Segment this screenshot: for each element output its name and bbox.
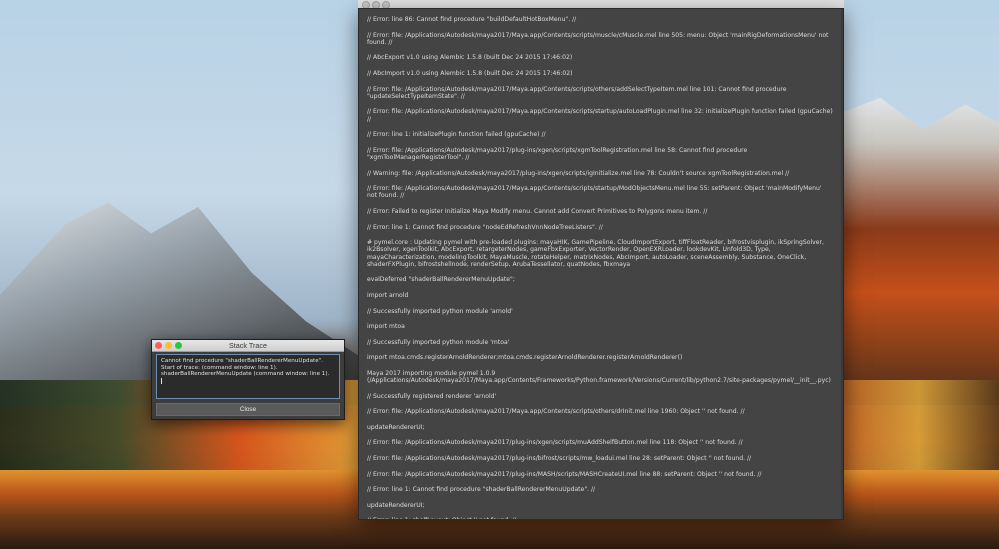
log-line: // Successfully imported python module '… bbox=[367, 338, 510, 346]
log-line: // Error: file: /Applications/Autodesk/m… bbox=[367, 85, 787, 100]
trace-line: Start of trace: (command window: line 1)… bbox=[161, 364, 278, 371]
log-line: // Error: line 86: Cannot find procedure… bbox=[367, 16, 577, 23]
stack-trace-dialog: Stack Trace Cannot find procedure "shade… bbox=[151, 339, 345, 420]
log-line: // Error: file: /Applications/Autodesk/m… bbox=[367, 470, 762, 478]
script-editor-output[interactable]: // Error: line 86: Cannot find procedure… bbox=[359, 9, 841, 519]
log-line: // Error: Failed to register Initialize … bbox=[367, 207, 708, 215]
log-line: // Successfully registered renderer 'arn… bbox=[367, 392, 497, 400]
log-line: // Error: file: /Applications/Autodesk/m… bbox=[367, 31, 829, 46]
wallpaper-mountain-right bbox=[830, 97, 999, 405]
log-line: import mtoa.cmds.registerArnoldRenderer;… bbox=[367, 354, 683, 362]
log-line: // AbcExport v1.0 using Alembic 1.5.8 (b… bbox=[367, 54, 573, 62]
log-line: // Error: file: /Applications/Autodesk/m… bbox=[367, 408, 745, 416]
log-line: // Error: file: /Applications/Autodesk/m… bbox=[367, 185, 822, 200]
trace-line: Cannot find procedure "shaderBallRendere… bbox=[161, 358, 323, 364]
log-line: evalDeferred "shaderBallRendererMenuUpda… bbox=[367, 276, 515, 284]
log-line: // Error: line 1: Cannot find procedure … bbox=[367, 486, 596, 494]
text-cursor bbox=[161, 377, 162, 384]
log-line: // Error: line 1: initializePlugin funct… bbox=[367, 131, 546, 139]
log-line: // Error: file: /Applications/Autodesk/m… bbox=[367, 146, 748, 161]
script-editor-window: // Error: line 86: Cannot find procedure… bbox=[358, 8, 844, 520]
log-line: Maya 2017 importing module pymel 1.0.9 (… bbox=[367, 369, 831, 385]
log-line: import arnold bbox=[367, 291, 409, 299]
log-line: // Error: line 1: shelfLayout: Object ''… bbox=[367, 517, 833, 519]
log-line: // Error: file: /Applications/Autodesk/m… bbox=[367, 108, 833, 123]
log-line: // Successfully imported python module '… bbox=[367, 307, 513, 315]
output-scrollbar[interactable] bbox=[841, 9, 843, 519]
close-button[interactable]: Close bbox=[156, 403, 340, 416]
log-line: updateRendererUI; bbox=[367, 423, 425, 431]
log-line: // Error: file: /Applications/Autodesk/m… bbox=[367, 455, 752, 463]
dialog-titlebar: Stack Trace bbox=[152, 340, 344, 352]
dialog-title: Stack Trace bbox=[229, 341, 267, 350]
stack-trace-textarea[interactable]: Cannot find procedure "shaderBallRendere… bbox=[156, 354, 340, 399]
log-line: // Error: file: /Applications/Autodesk/m… bbox=[367, 439, 743, 447]
log-line: // Error: line 1: Cannot find procedure … bbox=[367, 223, 603, 231]
trace-line: shaderBallRendererMenuUpdate (command wi… bbox=[161, 371, 330, 378]
log-line: updateRendererUI; bbox=[367, 501, 425, 509]
log-line: # pymel.core : Updating pymel with pre-l… bbox=[367, 239, 824, 268]
log-line: import mtoa bbox=[367, 323, 405, 331]
log-line: // AbcImport v1.0 using Alembic 1.5.8 (b… bbox=[367, 69, 573, 77]
log-line: // Warning: file: /Applications/Autodesk… bbox=[367, 169, 790, 177]
